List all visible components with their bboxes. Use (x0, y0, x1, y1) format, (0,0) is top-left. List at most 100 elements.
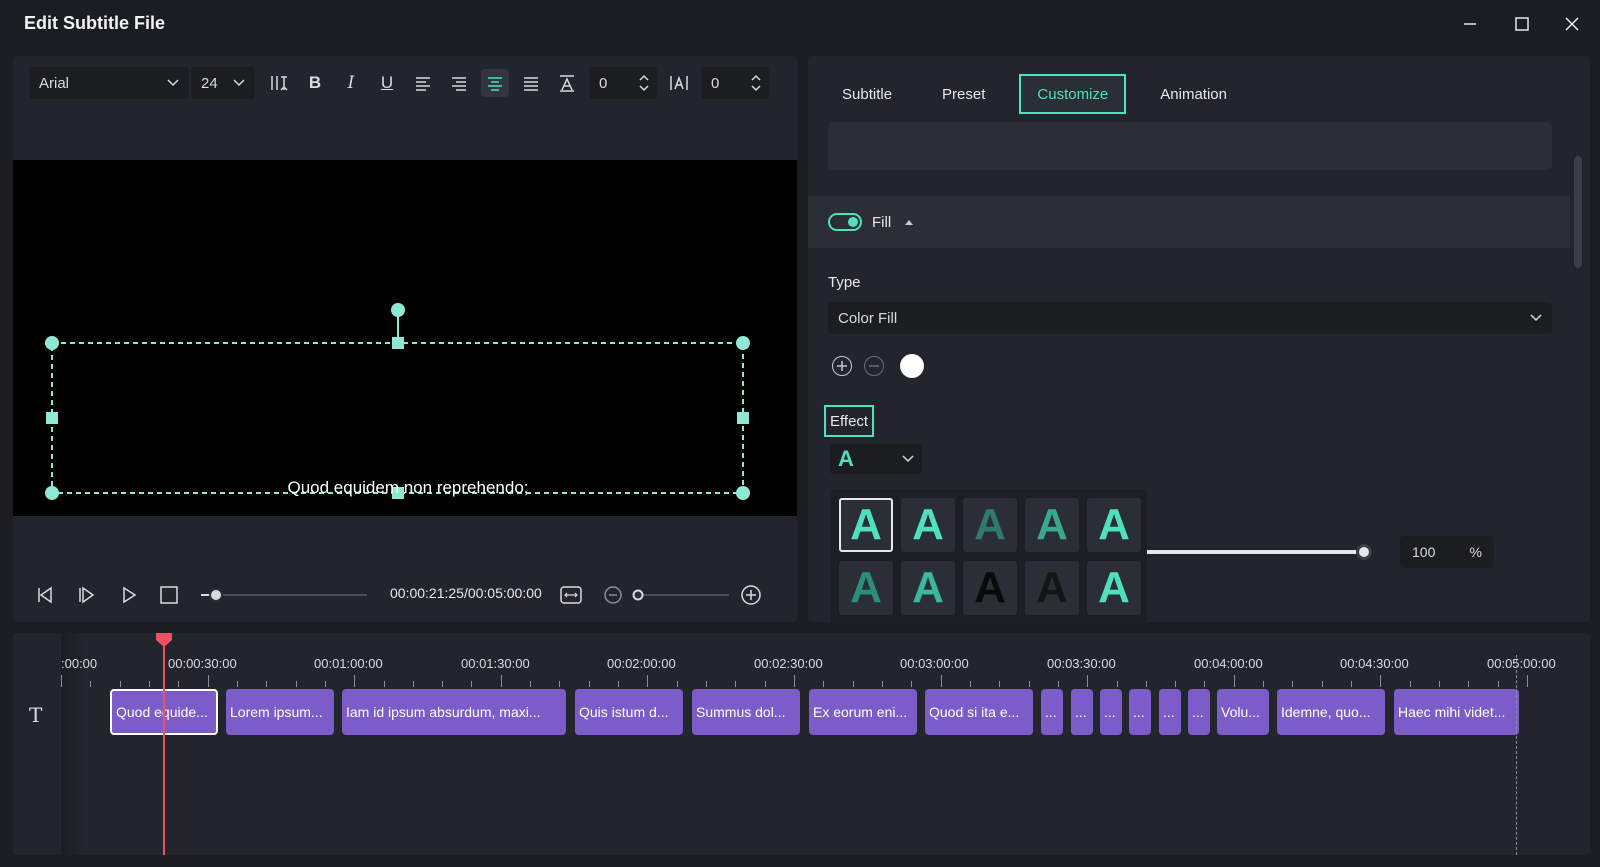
subtitle-bounding-box[interactable] (13, 160, 797, 516)
effect-glyph: A (850, 500, 882, 549)
opacity-slider-track[interactable] (1144, 550, 1364, 554)
ruler-label: 00:02:30:00 (754, 656, 823, 671)
subtitle-clip[interactable]: ... (1041, 689, 1063, 735)
play-button[interactable] (115, 581, 143, 609)
subtitle-clip[interactable]: Volu... (1217, 689, 1269, 735)
properties-scrollbar[interactable] (1574, 156, 1582, 268)
subtitle-clip[interactable]: Idemne, quo... (1277, 689, 1385, 735)
subtitle-clip[interactable]: ... (1188, 689, 1210, 735)
resize-handle-left[interactable] (46, 412, 58, 424)
tab-subtitle[interactable]: Subtitle (826, 74, 908, 114)
effect-glyph: A (850, 563, 882, 612)
fill-toggle[interactable] (828, 213, 862, 231)
ruler-tick (735, 681, 737, 687)
tab-preset[interactable]: Preset (926, 74, 1001, 114)
subtitle-clip[interactable]: ... (1129, 689, 1151, 735)
char-spacing-stepper[interactable]: 0 (701, 67, 769, 99)
ruler-tick (412, 681, 414, 687)
subtitle-text-box[interactable] (828, 122, 1552, 170)
collapse-caret-icon[interactable] (905, 219, 914, 225)
ruler-tick (1292, 681, 1294, 687)
align-right-icon[interactable] (445, 69, 473, 97)
zoom-slider[interactable] (629, 585, 735, 605)
subtitle-clip[interactable]: Summus dol... (692, 689, 800, 735)
ruler-label: 00:01:30:00 (461, 656, 530, 671)
add-color-button[interactable] (832, 356, 852, 376)
effect-preset-6[interactable]: A (839, 561, 893, 615)
ruler-tick (1028, 681, 1030, 687)
ruler-tick (999, 681, 1001, 687)
subtitle-clip[interactable]: Ex eorum eni... (809, 689, 917, 735)
tab-animation[interactable]: Animation (1144, 74, 1243, 114)
text-track-icon: T (29, 703, 43, 727)
playhead-handle[interactable] (156, 633, 172, 647)
effect-preset-2[interactable]: A (901, 498, 955, 552)
char-spacing-icon[interactable] (665, 69, 693, 97)
rotate-handle[interactable] (391, 303, 405, 317)
zoom-in-button[interactable] (737, 581, 765, 609)
stop-button[interactable] (155, 581, 183, 609)
effect-preset-7[interactable]: A (901, 561, 955, 615)
line-spacing-icon[interactable] (553, 69, 581, 97)
subtitle-clip[interactable]: Quis istum d... (575, 689, 683, 735)
resize-handle-top[interactable] (392, 337, 404, 349)
remove-color-button[interactable] (864, 356, 884, 376)
opacity-slider-knob[interactable] (1356, 544, 1372, 560)
align-left-icon[interactable] (409, 69, 437, 97)
previous-frame-button[interactable] (31, 581, 59, 609)
ruler-tick (1468, 681, 1470, 687)
fill-section-header[interactable]: Fill (808, 196, 1570, 248)
effect-preset-8[interactable]: A (963, 561, 1017, 615)
color-swatch[interactable] (900, 354, 924, 378)
effect-preset-3[interactable]: A (963, 498, 1017, 552)
bold-icon[interactable]: B (301, 69, 329, 97)
effect-preset-1[interactable]: A (839, 498, 893, 552)
effect-select[interactable]: A (830, 444, 922, 474)
subtitle-clip[interactable]: ... (1159, 689, 1181, 735)
subtitle-timeline[interactable]: T :00:00 00:00:30:00 00:01:00:00 00:01:3… (13, 633, 1590, 855)
minimize-button[interactable] (1450, 8, 1490, 40)
ruler-label: 00:05:00:00 (1487, 656, 1556, 671)
subtitle-clip[interactable]: Haec mihi videt... (1394, 689, 1519, 735)
fill-type-select[interactable]: Color Fill (828, 302, 1552, 334)
resize-handle-top-left[interactable] (45, 336, 59, 350)
video-preview[interactable]: Quod equidem non reprehendo; (13, 160, 797, 516)
subtitle-clip[interactable]: ... (1100, 689, 1122, 735)
effect-glyph: A (974, 563, 1006, 612)
fit-button[interactable] (557, 581, 585, 609)
playback-progress-slider[interactable] (197, 585, 377, 605)
subtitle-preview-text[interactable]: Quod equidem non reprehendo; (13, 478, 797, 498)
resize-handle-right[interactable] (737, 412, 749, 424)
font-select[interactable]: Arial (29, 67, 189, 99)
resize-handle-top-right[interactable] (736, 336, 750, 350)
subtitle-clip[interactable]: Iam id ipsum absurdum, maxi... (342, 689, 566, 735)
ruler-tick (1321, 681, 1323, 687)
minus-icon (869, 365, 879, 367)
line-spacing-stepper[interactable]: 0 (589, 67, 657, 99)
ruler-tick (881, 681, 883, 687)
next-frame-button[interactable] (73, 581, 101, 609)
playhead-line[interactable] (163, 633, 165, 855)
text-direction-icon[interactable] (265, 69, 293, 97)
close-button[interactable] (1552, 8, 1592, 40)
effect-preset-9[interactable]: A (1025, 561, 1079, 615)
subtitle-clip[interactable]: ... (1071, 689, 1093, 735)
effect-preset-4[interactable]: A (1025, 498, 1079, 552)
align-center-icon[interactable] (481, 69, 509, 97)
font-size-select[interactable]: 24 (191, 67, 255, 99)
track-header (13, 633, 61, 855)
maximize-button[interactable] (1502, 8, 1542, 40)
zoom-out-button[interactable] (599, 581, 627, 609)
subtitle-clip[interactable]: Quod si ita e... (925, 689, 1033, 735)
effect-preset-10[interactable]: A (1087, 561, 1141, 615)
effect-glyph: A (1036, 563, 1068, 612)
tab-customize[interactable]: Customize (1019, 74, 1127, 114)
effect-preset-5[interactable]: A (1087, 498, 1141, 552)
underline-icon[interactable]: U (373, 69, 401, 97)
italic-icon[interactable]: I (337, 69, 365, 97)
justify-icon[interactable] (517, 69, 545, 97)
subtitle-clip[interactable]: Lorem ipsum... (226, 689, 334, 735)
ruler-tick (647, 675, 649, 687)
opacity-input[interactable]: 100 % (1400, 536, 1494, 568)
plus-icon (837, 361, 847, 371)
